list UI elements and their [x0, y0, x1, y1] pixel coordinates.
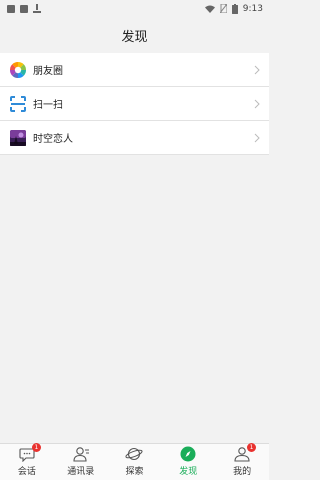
- no-sim-icon: [219, 4, 227, 13]
- notification-square-icon: [7, 4, 15, 13]
- discover-list: 朋友圈 扫一扫 时空恋人: [0, 53, 269, 155]
- download-icon: [33, 4, 41, 13]
- list-item-label: 朋友圈: [33, 66, 63, 77]
- scan-icon: [10, 95, 26, 112]
- profile-icon: 1: [233, 443, 257, 462]
- status-time: 9:13: [242, 3, 263, 14]
- page-title: 发现: [121, 29, 148, 45]
- list-item-label: 时空恋人: [33, 134, 73, 145]
- contacts-icon: [72, 446, 90, 462]
- chevron-right-icon: [254, 99, 260, 108]
- unread-badge: 1: [31, 443, 41, 452]
- app-thumbnail-icon: [10, 129, 26, 146]
- bottom-tab-bar: 1 会话 通讯录 探索 发现 1 我的: [0, 443, 269, 480]
- tab-explore[interactable]: 探索: [108, 444, 162, 480]
- tab-label: 发现: [179, 467, 198, 477]
- list-item-label: 扫一扫: [33, 100, 63, 111]
- unread-badge: 1: [247, 443, 257, 452]
- tab-label: 通讯录: [67, 467, 95, 477]
- chevron-right-icon: [254, 65, 260, 74]
- status-left: [7, 4, 41, 13]
- planet-icon: [125, 446, 144, 462]
- chevron-right-icon: [254, 133, 260, 142]
- tab-contacts[interactable]: 通讯录: [54, 444, 108, 480]
- moments-icon: [10, 61, 26, 78]
- list-item-scan[interactable]: 扫一扫: [0, 87, 269, 121]
- notification-square-icon: [20, 4, 28, 13]
- list-item-app[interactable]: 时空恋人: [0, 121, 269, 155]
- list-item-moments[interactable]: 朋友圈: [0, 53, 269, 87]
- tab-label: 会话: [17, 467, 36, 477]
- tab-me[interactable]: 1 我的: [215, 443, 269, 480]
- wifi-icon: [204, 5, 215, 13]
- chat-icon: 1: [18, 443, 41, 463]
- tab-label: 探索: [125, 467, 144, 477]
- status-bar: 9:13: [0, 0, 269, 17]
- tab-chats[interactable]: 1 会话: [0, 443, 54, 480]
- tab-label: 我的: [233, 467, 252, 477]
- page-header: 发现: [0, 17, 269, 53]
- compass-icon: [179, 446, 197, 462]
- battery-icon: [231, 3, 238, 14]
- status-right: 9:13: [204, 3, 263, 14]
- tab-discover[interactable]: 发现: [161, 444, 215, 480]
